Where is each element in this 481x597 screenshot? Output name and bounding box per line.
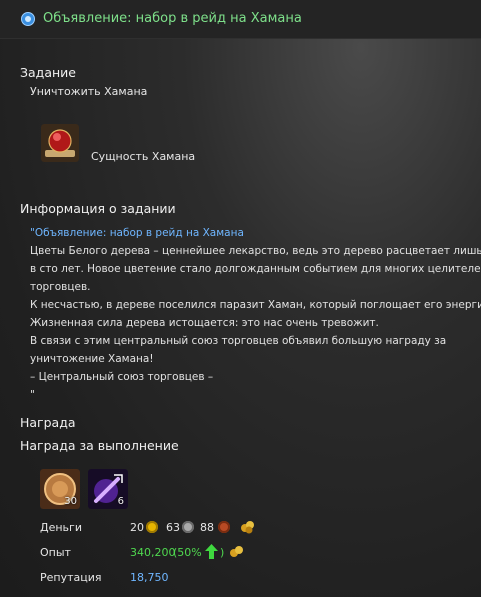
copper-value: 88 bbox=[200, 521, 214, 534]
silver-value: 63 bbox=[166, 521, 180, 534]
exp-bonus: (50% bbox=[173, 546, 202, 559]
reward-heading: Награда bbox=[20, 415, 76, 430]
arrow-up-icon bbox=[205, 544, 218, 559]
quest-description: "Объявление: набор в рейд на Хамана Цвет… bbox=[30, 224, 481, 404]
item-count: 30 bbox=[64, 496, 77, 507]
desc-line: уничтожение Хамана! bbox=[30, 353, 154, 365]
desc-line: Цветы Белого дерева – ценнейшее лекарств… bbox=[30, 245, 481, 257]
exp-label: Опыт bbox=[40, 546, 71, 559]
task-objective: Уничтожить Хамана bbox=[30, 85, 148, 98]
task-heading: Задание bbox=[20, 65, 76, 80]
reward-item-2[interactable]: 6 bbox=[88, 469, 128, 509]
desc-line: К несчастью, в дереве поселился паразит … bbox=[30, 299, 481, 311]
money-label: Деньги bbox=[40, 521, 82, 534]
desc-line: торговцев. bbox=[30, 281, 91, 293]
gold-value: 20 bbox=[130, 521, 144, 534]
quest-badge-icon bbox=[21, 12, 35, 26]
desc-line: – Центральный союз торговцев – bbox=[30, 371, 214, 383]
silver-coin-icon bbox=[182, 521, 194, 533]
info-heading: Информация о задании bbox=[20, 201, 176, 216]
desc-line: В связи с этим центральный союз торговце… bbox=[30, 335, 447, 347]
gold-coin-icon bbox=[146, 521, 158, 533]
bonus-coin-icon[interactable] bbox=[229, 544, 244, 559]
reward-item-1[interactable]: 30 bbox=[40, 469, 80, 509]
red-orb-icon[interactable] bbox=[41, 124, 79, 162]
reputation-value: 18,750 bbox=[130, 571, 169, 584]
coin-pouch-icon[interactable] bbox=[240, 519, 255, 534]
desc-line: "Объявление: набор в рейд на Хамана bbox=[30, 227, 244, 239]
reputation-label: Репутация bbox=[40, 571, 102, 584]
copper-coin-icon bbox=[218, 521, 230, 533]
reward-subheading: Награда за выполнение bbox=[20, 438, 179, 453]
exp-bonus-close: ) bbox=[220, 546, 225, 559]
window-title: Объявление: набор в рейд на Хамана bbox=[43, 11, 302, 26]
task-item-name: Сущность Хамана bbox=[91, 150, 196, 163]
desc-line: Жизненная сила дерева истощается: это на… bbox=[30, 317, 379, 329]
item-count: 6 bbox=[117, 496, 124, 507]
desc-line: " bbox=[30, 389, 35, 401]
title-bar: Объявление: набор в рейд на Хамана bbox=[0, 0, 481, 39]
exp-value: 340,200 bbox=[130, 546, 176, 559]
desc-line: в сто лет. Новое цветение стало долгожда… bbox=[30, 263, 481, 275]
